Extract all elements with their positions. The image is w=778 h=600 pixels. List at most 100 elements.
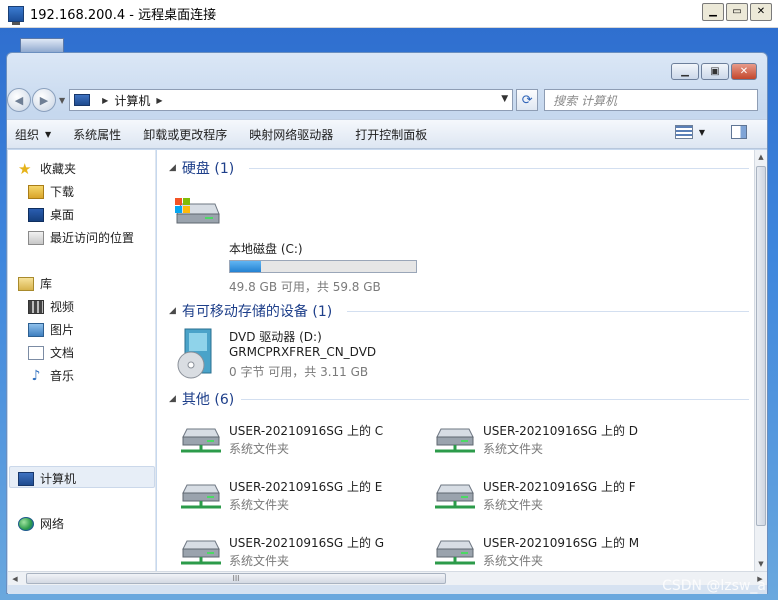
- network-drive-icon: [435, 428, 475, 453]
- network-drive-name: USER-20210916SG 上的 M: [483, 536, 640, 550]
- scroll-left-arrow-icon[interactable]: ◀: [8, 572, 22, 586]
- rdp-close-button[interactable]: ✕: [750, 3, 772, 21]
- vertical-scroll-thumb[interactable]: [756, 166, 766, 526]
- remote-desktop-area: ▁ ▣ ✕ ◀ ▶ ▼ ▶ 计算机 ▶ ▼ ⟳ 搜索 计算机 组织 ▼ 系统属性…: [0, 28, 778, 600]
- remote-desktop-icon: [8, 5, 24, 25]
- open-control-panel-button[interactable]: 打开控制面板: [347, 126, 435, 143]
- breadcrumb-computer[interactable]: 计算机: [114, 92, 150, 109]
- horizontal-scrollbar[interactable]: ◀ III ▶: [8, 571, 767, 585]
- drive-d-name: DVD 驱动器 (D:): [229, 330, 322, 344]
- drive-c-free-space: 49.8 GB 可用，共 59.8 GB: [229, 280, 381, 294]
- drive-d-free-space: 0 字节 可用，共 3.11 GB: [229, 365, 369, 379]
- nav-network[interactable]: 网络: [18, 515, 64, 532]
- network-globe-icon: [18, 516, 34, 531]
- change-view-button[interactable]: ▼: [674, 125, 705, 139]
- uninstall-program-button[interactable]: 卸载或更改程序: [135, 126, 235, 143]
- back-button[interactable]: ◀: [7, 88, 31, 112]
- nav-downloads-label: 下载: [50, 185, 75, 199]
- breadcrumb-chevron-icon[interactable]: ▶: [156, 96, 162, 105]
- group-divider: [241, 399, 749, 400]
- dvd-drive-icon: [177, 328, 212, 379]
- vertical-scrollbar[interactable]: ▲ ▼: [754, 150, 767, 571]
- drive-c-usage-bar: [229, 260, 417, 273]
- network-drive-icon: [181, 540, 221, 565]
- nav-recent-label: 最近访问的位置: [50, 231, 135, 245]
- network-drive-name: USER-20210916SG 上的 C: [229, 424, 384, 438]
- view-list-icon: [674, 125, 693, 139]
- explorer-window-controls: ▁ ▣ ✕: [671, 63, 757, 80]
- network-drive-icon: [181, 428, 221, 453]
- navigation-bar: ◀ ▶ ▼ ▶ 计算机 ▶ ▼ ⟳ 搜索 计算机: [7, 85, 767, 115]
- rdp-title-bar: 192.168.200.4 - 远程桌面连接 ▁ ▭ ✕: [0, 0, 778, 28]
- organize-label: 组织: [15, 127, 40, 142]
- group-header-other[interactable]: ◢ 其他 (6): [169, 389, 234, 409]
- computer-icon: [18, 471, 34, 486]
- group-divider: [249, 168, 749, 169]
- collapse-triangle-icon[interactable]: ◢: [169, 306, 176, 316]
- network-drive-type: 系统文件夹: [229, 498, 290, 512]
- address-history-dropdown-icon[interactable]: ▼: [501, 94, 508, 104]
- collapse-triangle-icon[interactable]: ◢: [169, 394, 176, 404]
- nav-videos[interactable]: 视频: [28, 298, 74, 315]
- nav-network-label: 网络: [40, 517, 65, 531]
- organize-button[interactable]: 组织 ▼: [7, 126, 59, 143]
- nav-music[interactable]: ♪ 音乐: [28, 367, 74, 384]
- group-title-removable: 有可移动存储的设备 (1): [181, 304, 333, 320]
- nav-computer[interactable]: 计算机: [18, 470, 76, 487]
- nav-pictures[interactable]: 图片: [28, 321, 74, 338]
- refresh-button[interactable]: ⟳: [516, 89, 539, 111]
- forward-button[interactable]: ▶: [32, 88, 56, 112]
- address-bar[interactable]: ▶ 计算机 ▶ ▼: [69, 89, 514, 111]
- network-drive-type: 系统文件夹: [483, 498, 544, 512]
- network-drive-name: USER-20210916SG 上的 E: [229, 480, 383, 494]
- downloads-folder-icon: [28, 184, 44, 199]
- rdp-minimize-button[interactable]: ▁: [702, 3, 724, 21]
- group-header-removable[interactable]: ◢ 有可移动存储的设备 (1): [169, 301, 332, 321]
- collapse-triangle-icon[interactable]: ◢: [169, 163, 176, 173]
- nav-favorites[interactable]: ★ 收藏夹: [18, 160, 76, 177]
- rdp-window-controls: ▁ ▭ ✕: [702, 3, 772, 21]
- content-pane: ◢ 硬盘 (1) 本地磁盘 (C:) 49.8 GB 可用，共 59.8 GB …: [157, 150, 754, 571]
- rdp-window-title: 192.168.200.4 - 远程桌面连接: [30, 8, 217, 23]
- group-header-hard-disk[interactable]: ◢ 硬盘 (1): [169, 158, 234, 178]
- horizontal-scroll-thumb[interactable]: III: [26, 573, 446, 584]
- network-drive-name: USER-20210916SG 上的 D: [483, 424, 639, 438]
- nav-downloads[interactable]: 下载: [28, 183, 74, 200]
- nav-recent-places[interactable]: 最近访问的位置: [28, 229, 134, 246]
- refresh-icon: ⟳: [521, 92, 533, 108]
- recent-places-icon: [28, 230, 44, 245]
- breadcrumb-chevron-icon[interactable]: ▶: [102, 96, 108, 105]
- group-title-other: 其他 (6): [181, 392, 235, 408]
- explorer-minimize-button[interactable]: ▁: [671, 63, 699, 80]
- nav-libraries[interactable]: 库: [18, 275, 52, 292]
- nav-videos-label: 视频: [50, 300, 75, 314]
- music-note-icon: ♪: [31, 367, 41, 384]
- rdp-maximize-button[interactable]: ▭: [726, 3, 748, 21]
- drive-c-usage-fill: [230, 261, 262, 272]
- libraries-icon: [18, 276, 34, 291]
- network-drive-name: USER-20210916SG 上的 F: [483, 480, 636, 494]
- explorer-close-button[interactable]: ✕: [731, 63, 757, 80]
- nav-music-label: 音乐: [50, 369, 75, 383]
- nav-computer-label: 计算机: [40, 472, 77, 486]
- network-drive-type: 系统文件夹: [483, 554, 544, 568]
- computer-icon: [74, 94, 91, 106]
- preview-pane-icon[interactable]: [731, 125, 747, 139]
- back-arrow-icon: ◀: [14, 93, 24, 107]
- map-network-drive-button[interactable]: 映射网络驱动器: [241, 126, 341, 143]
- network-drive-icon: [435, 484, 475, 509]
- nav-favorites-label: 收藏夹: [40, 162, 77, 176]
- drive-c-name: 本地磁盘 (C:): [229, 242, 303, 256]
- system-properties-button[interactable]: 系统属性: [65, 126, 129, 143]
- scroll-down-arrow-icon[interactable]: ▼: [755, 557, 767, 571]
- recent-pages-dropdown-icon[interactable]: ▼: [59, 96, 65, 105]
- nav-documents[interactable]: 文档: [28, 344, 74, 361]
- explorer-restore-button[interactable]: ▣: [701, 63, 729, 80]
- network-drive-type: 系统文件夹: [483, 442, 544, 456]
- nav-desktop[interactable]: 桌面: [28, 206, 74, 223]
- documents-icon: [28, 345, 44, 360]
- scroll-up-arrow-icon[interactable]: ▲: [755, 150, 767, 164]
- nav-documents-label: 文档: [50, 346, 75, 360]
- search-input[interactable]: 搜索 计算机: [544, 89, 759, 111]
- pictures-icon: [28, 322, 44, 337]
